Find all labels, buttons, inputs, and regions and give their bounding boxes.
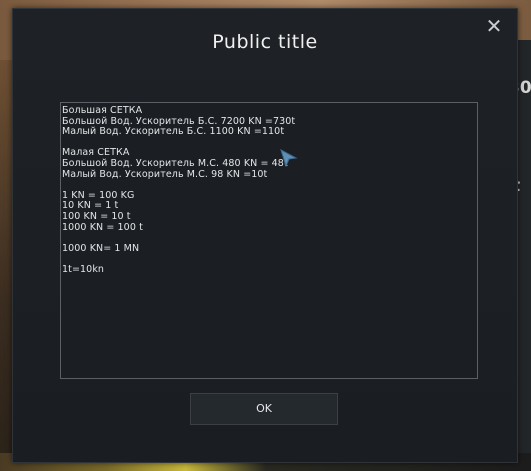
message-line: 1t=10kn bbox=[62, 263, 105, 275]
ok-button[interactable]: OK bbox=[190, 393, 338, 425]
dialog-title: Public title bbox=[212, 31, 318, 53]
message-line: 100 KN = 10 t bbox=[62, 210, 131, 222]
message-text-area[interactable]: Большая СЕТКА Большой Вод. Ускоритель Б.С… bbox=[60, 102, 478, 379]
message-line: Большая СЕТКА bbox=[62, 105, 143, 116]
message-line: 1000 KN = 100 t bbox=[62, 221, 143, 233]
mouse-pointer-icon bbox=[280, 149, 298, 167]
message-line: 1000 KN= 1 MN bbox=[62, 242, 140, 254]
message-line: Большой Вод. Ускоритель М.С. 480 KN = 48… bbox=[62, 157, 288, 169]
message-text: Большая СЕТКА Большой Вод. Ускоритель Б.С… bbox=[61, 105, 295, 276]
message-line: Малый Вод. Ускоритель Б.С. 1100 KN =110t bbox=[62, 126, 285, 138]
message-line: Малый Вод. Ускоритель М.С. 98 KN =10t bbox=[62, 168, 268, 180]
dialog-window: ✕ Public title Большая СЕТКА Большой Вод.… bbox=[12, 8, 518, 463]
